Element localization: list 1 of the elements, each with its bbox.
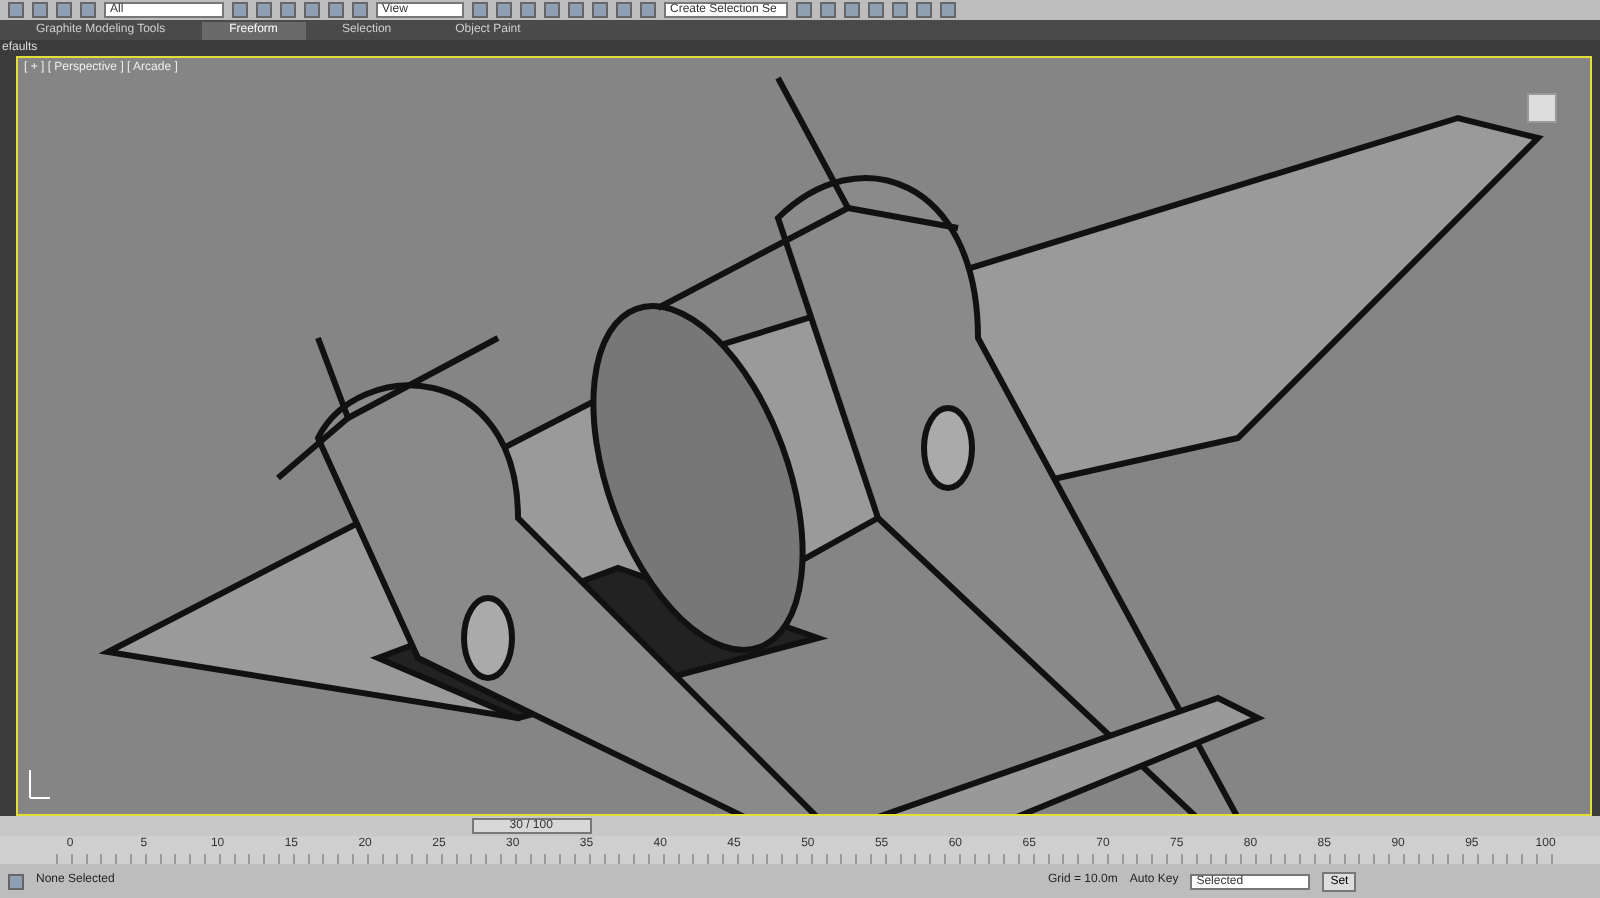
axis-tripod-icon (29, 769, 51, 799)
